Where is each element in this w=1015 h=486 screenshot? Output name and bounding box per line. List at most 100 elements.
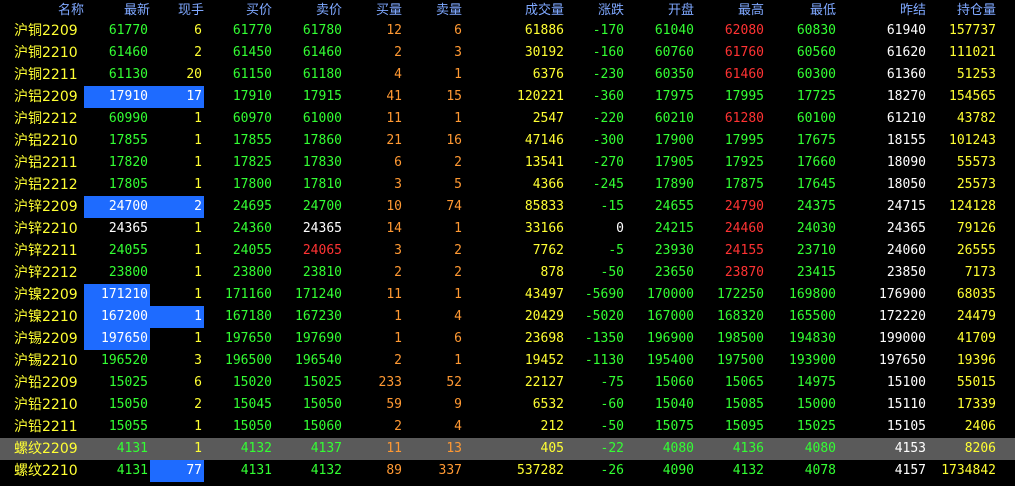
- cell-oi: 51253: [956, 67, 996, 82]
- cell-chg: -230: [592, 67, 624, 82]
- header-prev[interactable]: 昨结: [836, 0, 926, 22]
- cell-high: 17875: [724, 177, 764, 192]
- cell-last: 24055: [108, 243, 148, 258]
- cell-oi: 24479: [956, 309, 996, 324]
- cell-open: 17890: [654, 177, 694, 192]
- table-row[interactable]: 沪铜2209 61770 6 61770 61780 12 6 61886 -170 61040 6…: [0, 20, 1015, 42]
- cell-oi: 101243: [949, 133, 996, 148]
- table-row[interactable]: 沪铝2209 17910 17 17910 17915 41 15 120221 -360 179…: [0, 86, 1015, 108]
- cell-vol: 878: [540, 265, 564, 280]
- cell-vol: 61886: [524, 23, 564, 38]
- cell-oi: 8206: [964, 441, 996, 456]
- cell-low: 14975: [796, 375, 836, 390]
- table-row[interactable]: 螺纹2210 4131 77 4131 4132 89 337 537282 -26 4090 41…: [0, 460, 1015, 482]
- cell-vol: 6532: [532, 397, 564, 412]
- cell-name: 螺纹2209: [14, 441, 78, 457]
- header-high[interactable]: 最高: [694, 0, 764, 22]
- table-row[interactable]: 沪锡2210 196520 3 196500 196540 2 1 19452 -1130 195…: [0, 350, 1015, 372]
- cell-chg: -26: [600, 463, 624, 478]
- table-row[interactable]: 沪铜2210 61460 2 61450 61460 2 3 30192 -160 60760 61…: [0, 42, 1015, 64]
- cell-oi: 43782: [956, 111, 996, 126]
- header-ask[interactable]: 卖价: [272, 0, 342, 22]
- table-row[interactable]: 沪铝2212 17805 1 17800 17810 3 5 4366 -245 17890 178…: [0, 174, 1015, 196]
- header-bidv[interactable]: 买量: [342, 0, 402, 22]
- cell-chg: 0: [616, 221, 624, 236]
- cell-bidv: 2: [394, 265, 402, 280]
- header-name[interactable]: 名称: [14, 0, 84, 22]
- table-row[interactable]: 沪锌2211 24055 1 24055 24065 3 2 7762 -5 23930 24155…: [0, 240, 1015, 262]
- cell-bid: 171160: [225, 287, 272, 302]
- cell-askv: 74: [446, 199, 462, 214]
- cell-high: 23870: [724, 265, 764, 280]
- cell-last: 15050: [108, 397, 148, 412]
- table-row[interactable]: 沪镍2210 167200 1 167180 167230 1 4 20429 -5020 167…: [0, 306, 1015, 328]
- table-row[interactable]: 沪铅2211 15055 1 15050 15060 2 4 212 -50 15075 15095…: [0, 416, 1015, 438]
- header-hand[interactable]: 现手: [150, 0, 204, 22]
- table-row[interactable]: 沪铜2211 61130 20 61150 61180 4 1 6376 -230 60350 61…: [0, 64, 1015, 86]
- table-row[interactable]: 沪铜2212 60990 1 60970 61000 11 1 2547 -220 60210 61…: [0, 108, 1015, 130]
- cell-ask: 24065: [302, 243, 342, 258]
- cell-low: 15025: [796, 419, 836, 434]
- table-row[interactable]: 沪锌2212 23800 1 23800 23810 2 2 878 -50 23650 23870…: [0, 262, 1015, 284]
- header-chg[interactable]: 涨跌: [564, 0, 624, 22]
- header-bid[interactable]: 买价: [204, 0, 272, 22]
- cell-last: 61460: [108, 45, 148, 60]
- cell-prev: 15100: [886, 375, 926, 390]
- cell-prev: 18155: [886, 133, 926, 148]
- cell-hand: 1: [194, 133, 202, 148]
- cell-hand: 2: [194, 45, 202, 60]
- cell-askv: 6: [454, 23, 462, 38]
- cell-oi: 2406: [964, 419, 996, 434]
- table-row[interactable]: 沪镍2209 171210 1 171160 171240 11 1 43497 -5690 17…: [0, 284, 1015, 306]
- cell-ask: 15060: [302, 419, 342, 434]
- cell-oi: 25573: [956, 177, 996, 192]
- cell-chg: -60: [600, 397, 624, 412]
- cell-chg: -22: [600, 441, 624, 456]
- cell-ask: 61460: [302, 45, 342, 60]
- cell-bid: 61450: [232, 45, 272, 60]
- cell-name: 沪锡2209: [14, 331, 78, 347]
- table-row[interactable]: 螺纹2209 4131 1 4132 4137 11 13 405 -22 4080 4136 408…: [0, 438, 1015, 460]
- table-row[interactable]: 沪锌2209 24700 2 24695 24700 10 74 85833 -15 24655 2…: [0, 196, 1015, 218]
- cell-hand: 2: [150, 196, 204, 218]
- header-askv[interactable]: 卖量: [402, 0, 462, 22]
- cell-askv: 1: [454, 353, 462, 368]
- cell-bidv: 41: [386, 89, 402, 104]
- table-row[interactable]: 沪铝2211 17820 1 17825 17830 6 2 13541 -270 17905 17…: [0, 152, 1015, 174]
- cell-bidv: 11: [386, 111, 402, 126]
- table-row[interactable]: 沪锡2209 197650 1 197650 197690 1 6 23698 -1350 196…: [0, 328, 1015, 350]
- cell-open: 15040: [654, 397, 694, 412]
- table-row[interactable]: 沪铝2210 17855 1 17855 17860 21 16 47146 -300 17900…: [0, 130, 1015, 152]
- cell-name: 沪锌2212: [14, 265, 78, 281]
- cell-prev: 61360: [886, 67, 926, 82]
- cell-askv: 9: [454, 397, 462, 412]
- header-open[interactable]: 开盘: [624, 0, 694, 22]
- table-row[interactable]: 沪铅2209 15025 6 15020 15025 233 52 22127 -75 15060…: [0, 372, 1015, 394]
- table-row[interactable]: 沪锌2210 24365 1 24360 24365 14 1 33166 0 24215 2446…: [0, 218, 1015, 240]
- cell-ask: 15025: [302, 375, 342, 390]
- cell-bidv: 2: [394, 419, 402, 434]
- header-last[interactable]: 最新: [84, 0, 150, 22]
- header-vol[interactable]: 成交量: [462, 0, 564, 22]
- header-low[interactable]: 最低: [764, 0, 836, 22]
- cell-vol: 2547: [532, 111, 564, 126]
- cell-high: 168320: [717, 309, 764, 324]
- cell-askv: 2: [454, 265, 462, 280]
- cell-low: 23415: [796, 265, 836, 280]
- cell-askv: 16: [446, 133, 462, 148]
- cell-name: 螺纹2210: [14, 463, 78, 479]
- header-oi[interactable]: 持仓量: [926, 0, 996, 22]
- cell-low: 17645: [796, 177, 836, 192]
- cell-bid: 4132: [240, 441, 272, 456]
- cell-ask: 23810: [302, 265, 342, 280]
- cell-oi: 41709: [956, 331, 996, 346]
- table-row[interactable]: 沪铅2210 15050 2 15045 15050 59 9 6532 -60 15040 150…: [0, 394, 1015, 416]
- cell-askv: 1: [454, 287, 462, 302]
- cell-last: 167200: [84, 306, 150, 328]
- cell-low: 24030: [796, 221, 836, 236]
- cell-chg: -220: [592, 111, 624, 126]
- cell-last: 4131: [116, 463, 148, 478]
- cell-hand: 1: [194, 177, 202, 192]
- cell-bid: 4131: [240, 463, 272, 478]
- cell-last: 23800: [108, 265, 148, 280]
